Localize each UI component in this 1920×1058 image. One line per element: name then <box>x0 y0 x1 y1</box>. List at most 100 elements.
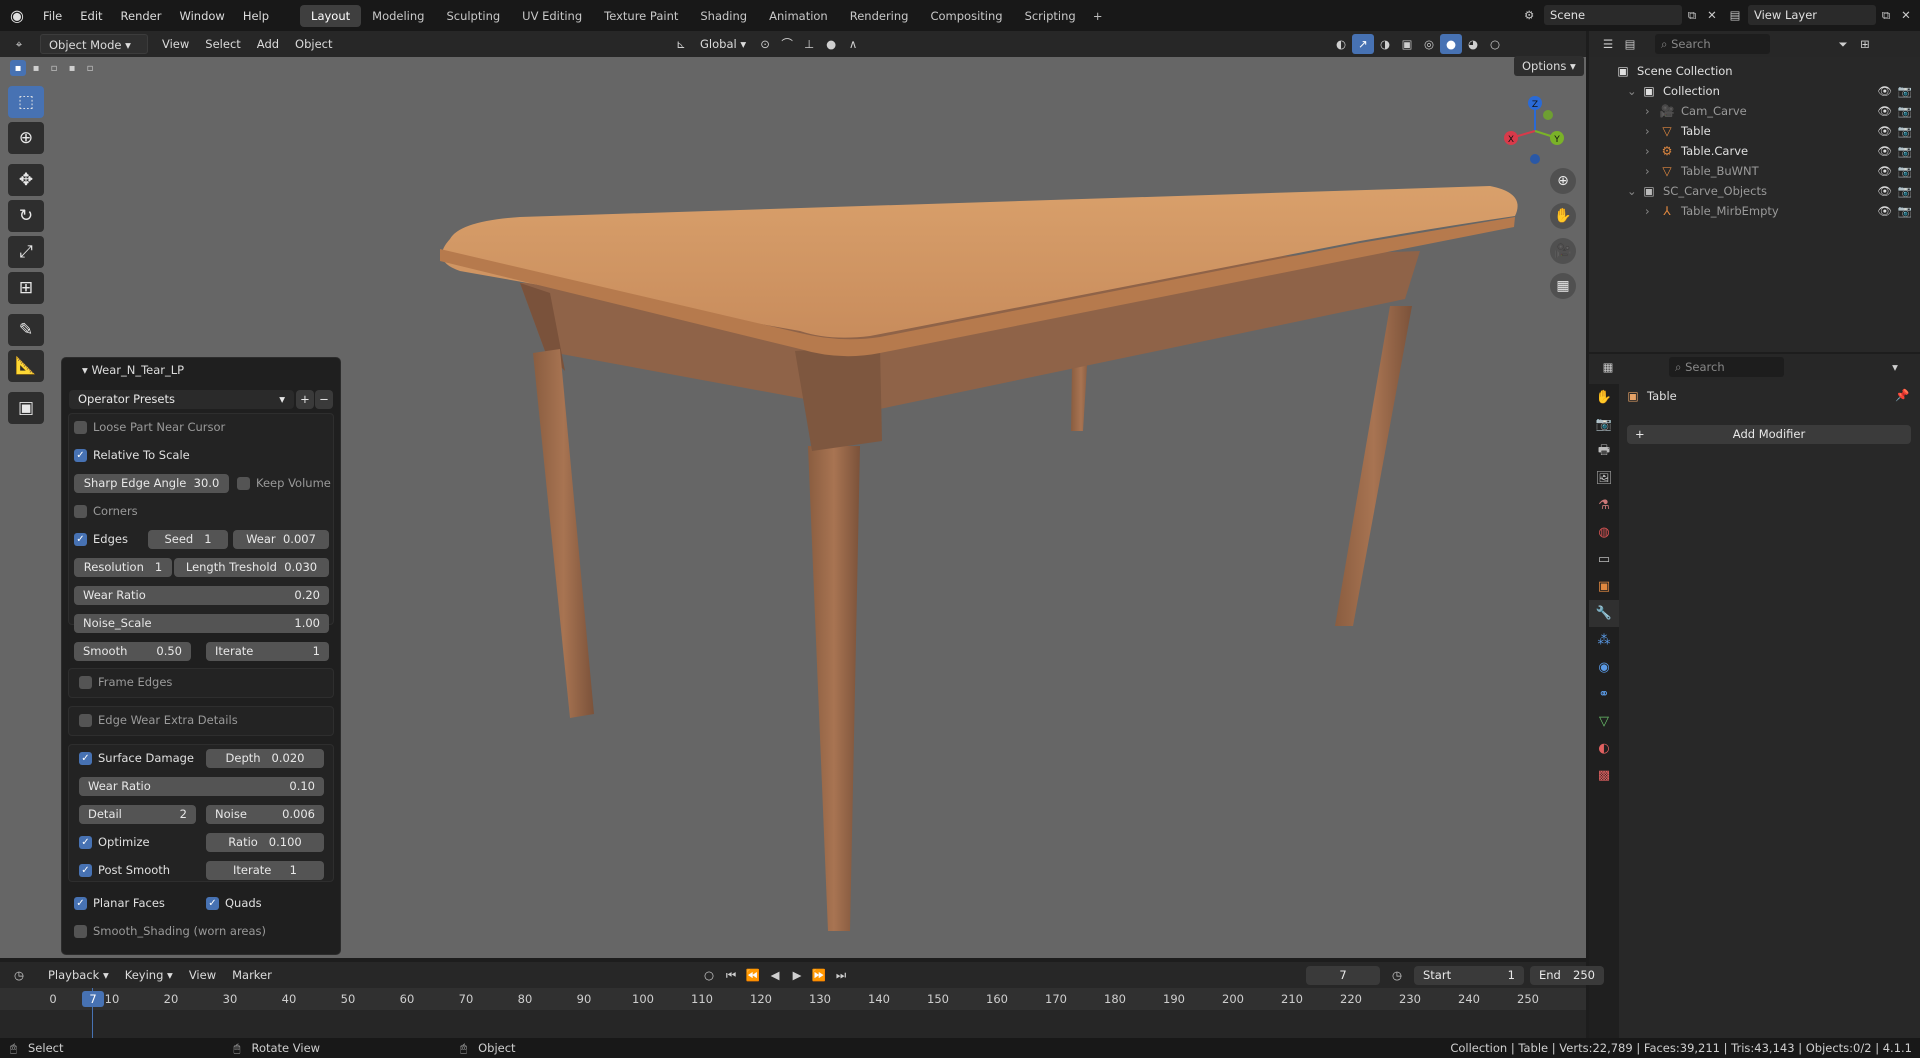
delete-scene-icon[interactable]: ✕ <box>1702 8 1722 22</box>
menu-edit[interactable]: Edit <box>71 5 111 27</box>
outliner-search-input[interactable]: ⌕ Search <box>1655 34 1770 54</box>
surface-damage-checkbox[interactable]: ✓ Surface Damage <box>79 749 194 768</box>
render-camera-icon[interactable]: 📷 <box>1898 81 1912 101</box>
current-frame-field[interactable]: 7 <box>1306 965 1380 985</box>
render-camera-icon[interactable]: 📷 <box>1898 141 1912 161</box>
measure-tool-icon[interactable]: 📐 <box>8 350 44 382</box>
rotate-tool-icon[interactable]: ↻ <box>8 200 44 232</box>
cursor-tool-icon[interactable]: ⊕ <box>8 122 44 154</box>
render-camera-icon[interactable]: 📷 <box>1898 201 1912 221</box>
gizmo-neg-y[interactable] <box>1543 110 1553 120</box>
scene-field[interactable]: Scene <box>1544 5 1682 25</box>
annotate-tool-icon[interactable]: ✎ <box>8 314 44 346</box>
new-collection-icon[interactable]: ⊞ <box>1854 34 1876 54</box>
outliner-scene-collection[interactable]: ▣ Scene Collection <box>1589 61 1920 81</box>
play-reverse-icon[interactable]: ◀ <box>764 965 786 985</box>
timeline-menu-view[interactable]: View <box>181 965 224 985</box>
select-box-tool-icon[interactable]: ⬚ <box>8 86 44 118</box>
expand-chevron-icon[interactable]: › <box>1645 201 1659 221</box>
timeline-menu-keying[interactable]: Keying ▾ <box>117 965 181 985</box>
outliner-row-table-buwnt[interactable]: › ▽ Table_BuWNT 👁 📷 <box>1589 161 1920 181</box>
jump-start-icon[interactable]: ⏮ <box>720 965 742 985</box>
planar-faces-checkbox[interactable]: ✓ Planar Faces <box>74 894 165 913</box>
properties-search-input[interactable]: ⌕ Search <box>1669 357 1784 377</box>
workspace-tab-compositing[interactable]: Compositing <box>919 5 1013 27</box>
pan-hand-icon[interactable]: ✋ <box>1550 203 1576 229</box>
visibility-eye-icon[interactable]: 👁 <box>1877 81 1892 101</box>
ortho-grid-icon[interactable]: ▦ <box>1550 273 1576 299</box>
timeline-menu-marker[interactable]: Marker <box>224 965 280 985</box>
visibility-eye-icon[interactable]: 👁 <box>1877 201 1892 221</box>
transform-tool-icon[interactable]: ⊞ <box>8 272 44 304</box>
expand-chevron-icon[interactable]: › <box>1645 121 1659 141</box>
wear-field[interactable]: Wear 0.007 <box>233 530 329 549</box>
world-tab-icon[interactable]: ◍ <box>1589 519 1619 546</box>
visibility-eye-icon[interactable]: 👁 <box>1877 121 1892 141</box>
outliner-row-cam-carve[interactable]: › 🎥 Cam_Carve 👁 📷 <box>1589 101 1920 121</box>
menu-help[interactable]: Help <box>234 5 278 27</box>
physics-tab-icon[interactable]: ◉ <box>1589 654 1619 681</box>
jump-keyframe-back-icon[interactable]: ⏪ <box>742 965 764 985</box>
scene-icon[interactable]: ⚙ <box>1524 8 1544 22</box>
output-tab-icon[interactable]: 🖶 <box>1589 438 1619 465</box>
outliner-row-sc-carve-objects[interactable]: ⌄ ▣ SC_Carve_Objects 👁 📷 <box>1589 181 1920 201</box>
properties-editor-icon[interactable]: ▦ <box>1597 357 1619 377</box>
workspace-tab-animation[interactable]: Animation <box>758 5 839 27</box>
render-tab-icon[interactable]: 📷 <box>1589 411 1619 438</box>
constraints-tab-icon[interactable]: ⚭ <box>1589 681 1619 708</box>
wear-ratio-field[interactable]: Wear Ratio 0.20 <box>74 586 329 605</box>
scale-tool-icon[interactable]: ⤢ <box>8 236 44 268</box>
render-camera-icon[interactable]: 📷 <box>1898 161 1912 181</box>
add-modifier-button[interactable]: + Add Modifier <box>1627 425 1911 444</box>
visibility-eye-icon[interactable]: 👁 <box>1877 161 1892 181</box>
modifier-tab-icon[interactable]: 🔧 <box>1589 600 1619 627</box>
outliner-row-collection[interactable]: ⌄ ▣ Collection 👁 📷 <box>1589 81 1920 101</box>
render-camera-icon[interactable]: 📷 <box>1898 101 1912 121</box>
detail-field[interactable]: Detail 2 <box>79 805 196 824</box>
expand-chevron-icon[interactable]: ⌄ <box>1627 81 1641 101</box>
post-smooth-checkbox[interactable]: ✓ Post Smooth <box>79 861 170 880</box>
expand-chevron-icon[interactable]: › <box>1645 161 1659 181</box>
resolution-field[interactable]: Resolution 1 <box>74 558 172 577</box>
frame-edges-checkbox[interactable]: Frame Edges <box>79 673 172 692</box>
edge-wear-extra-checkbox[interactable]: Edge Wear Extra Details <box>79 711 238 730</box>
visibility-eye-icon[interactable]: 👁 <box>1877 141 1892 161</box>
seed-field[interactable]: Seed 1 <box>148 530 228 549</box>
menu-render[interactable]: Render <box>112 5 171 27</box>
sharp-edge-angle-field[interactable]: Sharp Edge Angle 30.0 <box>74 474 229 493</box>
menu-file[interactable]: File <box>34 5 71 27</box>
navigation-gizmo[interactable]: Z X Y <box>1500 93 1570 168</box>
texture-tab-icon[interactable]: ▩ <box>1589 762 1619 789</box>
delete-view-layer-icon[interactable]: ✕ <box>1896 8 1916 22</box>
smooth-field[interactable]: Smooth 0.50 <box>74 642 191 661</box>
operator-title[interactable]: ▾ Wear_N_Tear_LP <box>62 358 340 382</box>
ratio-field[interactable]: Ratio 0.100 <box>206 833 324 852</box>
workspace-tab-uv-editing[interactable]: UV Editing <box>511 5 593 27</box>
camera-view-icon[interactable]: 🎥 <box>1550 238 1576 264</box>
expand-chevron-icon[interactable]: ⌄ <box>1627 181 1641 201</box>
preview-range-icon[interactable]: ◷ <box>1386 965 1408 985</box>
expand-chevron-icon[interactable]: › <box>1645 141 1659 161</box>
particles-tab-icon[interactable]: ⁂ <box>1589 627 1619 654</box>
outliner-row-table[interactable]: › ▽ Table 👁 📷 <box>1589 121 1920 141</box>
material-tab-icon[interactable]: ◐ <box>1589 735 1619 762</box>
add-cube-tool-icon[interactable]: ▣ <box>8 392 44 424</box>
noise-field[interactable]: Noise 0.006 <box>206 805 324 824</box>
optimize-checkbox[interactable]: ✓ Optimize <box>79 833 150 852</box>
post-smooth-iterate-field[interactable]: Iterate 1 <box>206 861 324 880</box>
play-icon[interactable]: ▶ <box>786 965 808 985</box>
workspace-tab-scripting[interactable]: Scripting <box>1014 5 1087 27</box>
move-tool-icon[interactable]: ✥ <box>8 164 44 196</box>
properties-options-icon[interactable]: ▾ <box>1884 357 1906 377</box>
add-preset-button[interactable]: + <box>296 390 314 409</box>
new-scene-icon[interactable]: ⧉ <box>1682 8 1702 23</box>
render-camera-icon[interactable]: 📷 <box>1898 121 1912 141</box>
iterate-field[interactable]: Iterate 1 <box>206 642 329 661</box>
timeline-ruler[interactable]: 0 10 20 30 40 50 60 70 80 90 100 110 120 130 140 150 160… <box>0 988 1586 1010</box>
view-layer-field[interactable]: View Layer <box>1748 5 1876 25</box>
display-mode-icon[interactable]: ▤ <box>1619 34 1641 54</box>
scene-tab-icon[interactable]: ⚗ <box>1589 492 1619 519</box>
loose-part-checkbox[interactable]: Loose Part Near Cursor <box>74 418 225 437</box>
start-frame-field[interactable]: Start 1 <box>1414 965 1524 985</box>
gizmo-neg-z[interactable] <box>1530 154 1540 164</box>
